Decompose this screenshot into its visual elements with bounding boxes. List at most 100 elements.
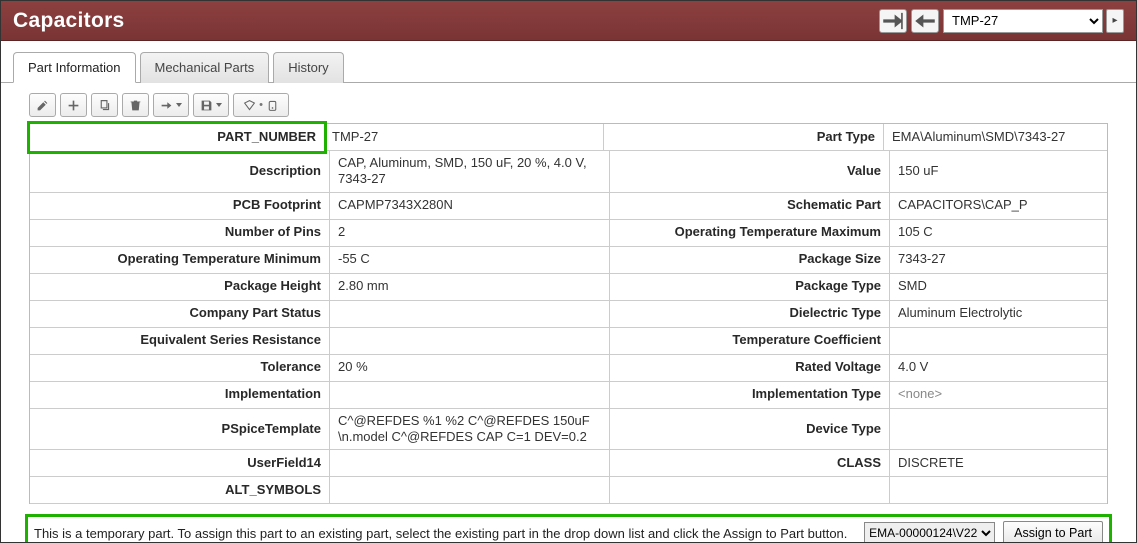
property-value-left: 2 — [330, 220, 610, 247]
property-label-left: Implementation — [30, 382, 330, 409]
property-value-left: 20 % — [330, 355, 610, 382]
part-selector[interactable]: TMP-27 — [943, 9, 1103, 33]
property-label-left: Description — [30, 151, 330, 193]
property-value-right — [890, 328, 1107, 355]
property-value-right: CAPACITORS\CAP_P — [890, 193, 1107, 220]
device-icon — [266, 99, 279, 112]
property-value-left — [330, 450, 610, 477]
arrow-right-bar-icon — [880, 8, 906, 34]
property-value-left — [330, 477, 610, 504]
property-label-right: Part Type — [604, 124, 884, 151]
property-row: UserField14 CLASSDISCRETE — [30, 450, 1107, 477]
property-value-right: Aluminum Electrolytic — [890, 301, 1107, 328]
property-label-left: Number of Pins — [30, 220, 330, 247]
property-label-right: Rated Voltage — [610, 355, 890, 382]
property-row: Operating Temperature Minimum-55 CPackag… — [30, 247, 1107, 274]
property-row: DescriptionCAP, Aluminum, SMD, 150 uF, 2… — [30, 151, 1107, 193]
property-value-left: -55 C — [330, 247, 610, 274]
arrow-right-icon — [160, 99, 173, 112]
trash-icon — [129, 99, 142, 112]
property-label-right: Dielectric Type — [610, 301, 890, 328]
tab-history[interactable]: History — [273, 52, 343, 83]
tabs: Part Information Mechanical Parts Histor… — [1, 41, 1136, 83]
tag-action-sep: • — [259, 99, 263, 111]
tab-label: Part Information — [28, 60, 121, 75]
header-bar: Capacitors TMP-27 ▸ — [1, 1, 1136, 41]
property-label-right: Package Type — [610, 274, 890, 301]
edit-button[interactable] — [29, 93, 56, 117]
property-value-left — [330, 328, 610, 355]
property-label-right: Implementation Type — [610, 382, 890, 409]
property-label-left: PCB Footprint — [30, 193, 330, 220]
property-value-left: CAPMP7343X280N — [330, 193, 610, 220]
nav-back-button[interactable] — [911, 9, 939, 33]
property-label-left: Package Height — [30, 274, 330, 301]
pencil-icon — [36, 99, 49, 112]
property-row: Tolerance20 %Rated Voltage4.0 V — [30, 355, 1107, 382]
property-value-right — [890, 409, 1107, 451]
property-value-right: 150 uF — [890, 151, 1107, 193]
property-label-right: Temperature Coefficient — [610, 328, 890, 355]
caret-down-icon — [216, 103, 222, 107]
property-value-right — [890, 477, 1107, 504]
assign-footer: This is a temporary part. To assign this… — [25, 514, 1112, 543]
property-label-right — [610, 477, 890, 504]
property-label-left: Tolerance — [30, 355, 330, 382]
save-button[interactable] — [193, 93, 229, 117]
property-label-left: PSpiceTemplate — [30, 409, 330, 451]
header-controls: TMP-27 ▸ — [879, 9, 1124, 33]
property-row: PART_NUMBERTMP-27Part TypeEMA\Aluminum\S… — [30, 124, 1107, 151]
toolbar: • — [1, 83, 1136, 123]
property-value-right: 4.0 V — [890, 355, 1107, 382]
property-label-right: Package Size — [610, 247, 890, 274]
nav-forward-button[interactable] — [879, 9, 907, 33]
tab-part-information[interactable]: Part Information — [13, 52, 136, 83]
property-value-left: TMP-27 — [324, 124, 604, 151]
add-button[interactable] — [60, 93, 87, 117]
property-value-left: C^@REFDES %1 %2 C^@REFDES 150uF \n.model… — [330, 409, 610, 451]
copy-button[interactable] — [91, 93, 118, 117]
page-title: Capacitors — [13, 9, 879, 33]
property-value-left: 2.80 mm — [330, 274, 610, 301]
property-label-left: PART_NUMBER — [27, 121, 327, 154]
property-label-left: Company Part Status — [30, 301, 330, 328]
assign-to-part-button[interactable]: Assign to Part — [1003, 521, 1103, 543]
property-label-left: Equivalent Series Resistance — [30, 328, 330, 355]
navigate-button[interactable] — [153, 93, 189, 117]
assign-instructions: This is a temporary part. To assign this… — [34, 526, 856, 541]
property-value-left — [330, 382, 610, 409]
property-label-right: CLASS — [610, 450, 890, 477]
property-label-right: Device Type — [610, 409, 890, 451]
arrow-left-icon — [912, 8, 938, 34]
properties-grid: PART_NUMBERTMP-27Part TypeEMA\Aluminum\S… — [29, 123, 1108, 504]
copy-icon — [98, 99, 111, 112]
property-label-right: Value — [610, 151, 890, 193]
property-value-right: DISCRETE — [890, 450, 1107, 477]
delete-button[interactable] — [122, 93, 149, 117]
assign-target-select[interactable]: EMA-00000124\V22 — [864, 522, 995, 543]
property-value-right: <none> — [890, 382, 1107, 409]
plus-icon — [67, 99, 80, 112]
tab-label: Mechanical Parts — [155, 60, 255, 75]
property-value-right: 7343-27 — [890, 247, 1107, 274]
tab-label: History — [288, 60, 328, 75]
property-row: Equivalent Series Resistance Temperature … — [30, 328, 1107, 355]
property-value-left — [330, 301, 610, 328]
property-label-left: Operating Temperature Minimum — [30, 247, 330, 274]
property-value-right: EMA\Aluminum\SMD\7343-27 — [884, 124, 1107, 151]
selector-step-button[interactable]: ▸ — [1106, 9, 1124, 33]
property-row: Company Part Status Dielectric TypeAlumin… — [30, 301, 1107, 328]
property-row: PCB FootprintCAPMP7343X280NSchematic Par… — [30, 193, 1107, 220]
property-row: ALT_SYMBOLS — [30, 477, 1107, 504]
caret-down-icon — [176, 103, 182, 107]
save-icon — [200, 99, 213, 112]
tag-icon — [243, 99, 256, 112]
property-value-left: CAP, Aluminum, SMD, 150 uF, 20 %, 4.0 V,… — [330, 151, 610, 193]
property-label-left: UserField14 — [30, 450, 330, 477]
property-row: Package Height2.80 mmPackage TypeSMD — [30, 274, 1107, 301]
property-row: PSpiceTemplateC^@REFDES %1 %2 C^@REFDES … — [30, 409, 1107, 451]
property-value-right: 105 C — [890, 220, 1107, 247]
tag-action-button[interactable]: • — [233, 93, 289, 117]
tab-mechanical-parts[interactable]: Mechanical Parts — [140, 52, 270, 83]
property-row: Number of Pins2Operating Temperature Max… — [30, 220, 1107, 247]
